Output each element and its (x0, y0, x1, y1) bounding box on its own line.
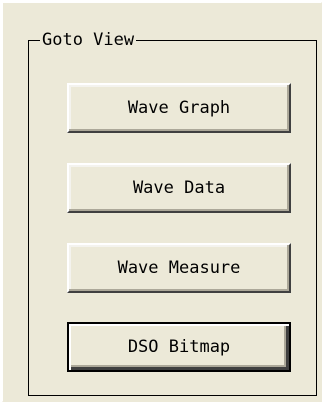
wave-measure-button[interactable]: Wave Measure (67, 243, 291, 293)
dso-bitmap-button[interactable]: DSO Bitmap (67, 322, 291, 372)
wave-graph-button[interactable]: Wave Graph (67, 83, 291, 133)
wave-data-button[interactable]: Wave Data (67, 163, 291, 213)
goto-view-group-title: Goto View (40, 29, 137, 51)
